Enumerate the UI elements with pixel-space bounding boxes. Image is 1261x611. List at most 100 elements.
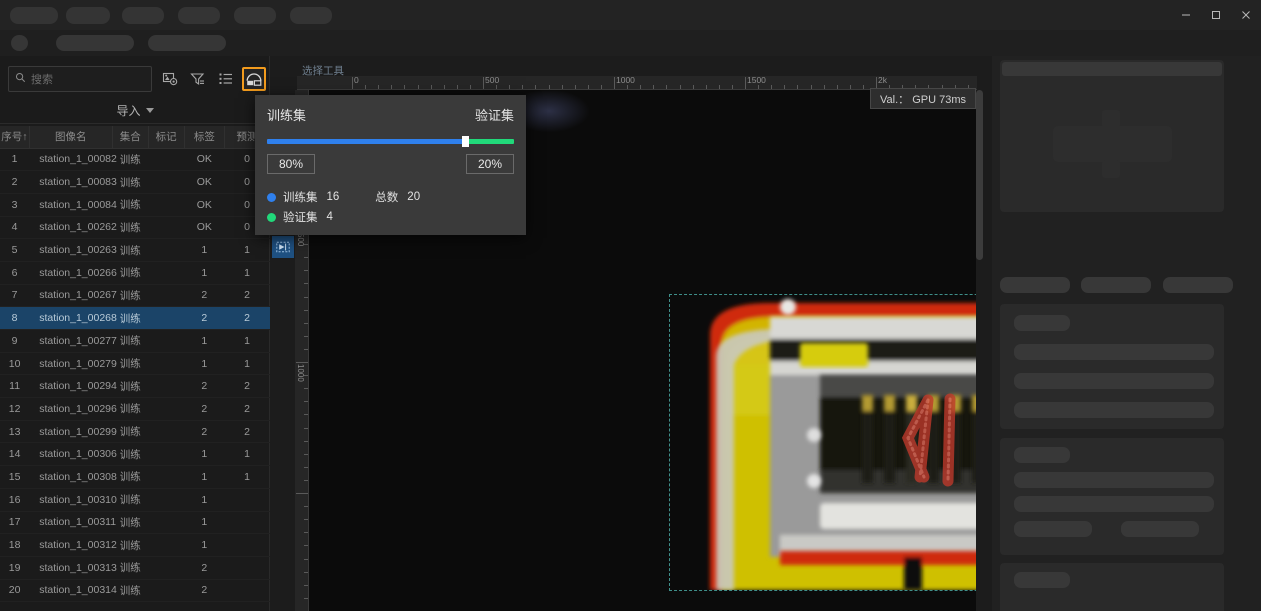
dataset-split-icon[interactable] xyxy=(242,67,266,91)
title-chip-4[interactable] xyxy=(178,7,220,24)
cell-mark xyxy=(148,420,184,443)
legend-total-label: 总数 xyxy=(375,189,398,205)
vruler-tick-minor xyxy=(304,598,308,599)
import-button[interactable]: 导入 xyxy=(116,102,153,119)
ruler-tick-minor xyxy=(653,85,654,89)
cell-index: 17 xyxy=(0,511,29,534)
title-chip-5[interactable] xyxy=(234,7,276,24)
ruler-tick-minor xyxy=(431,85,432,89)
action-chip-2[interactable] xyxy=(1081,277,1151,293)
section-2-field-2[interactable] xyxy=(1014,496,1214,512)
panel-collapse-icon[interactable] xyxy=(272,236,294,258)
legend-total-count: 20 xyxy=(407,191,420,203)
cell-prediction: 1 xyxy=(225,466,270,489)
section-1-field-2[interactable] xyxy=(1014,373,1214,389)
table-row[interactable]: 12station_1_00296训练22 xyxy=(0,398,270,421)
cell-image-name: station_1_00082 xyxy=(29,148,112,171)
ruler-tick-minor xyxy=(496,85,497,89)
vruler-tick-minor xyxy=(304,323,308,324)
menu-chip-icon[interactable] xyxy=(11,35,28,51)
column-header-set[interactable]: 集合 xyxy=(112,126,148,148)
table-row[interactable]: 20station_1_00314训练2 xyxy=(0,579,270,602)
cell-mark xyxy=(148,466,184,489)
val-percent-input[interactable]: 20% xyxy=(466,154,514,174)
action-chip-1[interactable] xyxy=(1000,277,1070,293)
ruler-tick-minor xyxy=(811,85,812,89)
cell-set: 训练 xyxy=(112,534,148,557)
popover-header: 训练集 验证集 xyxy=(267,105,514,124)
vruler-tick-minor xyxy=(304,545,308,546)
ruler-tick-minor xyxy=(758,85,759,89)
dataset-table-wrapper[interactable]: 序号↑ 图像名 集合 标记 标签 预测 1station_1_00082训练OK… xyxy=(0,126,270,611)
section-1-field-3[interactable] xyxy=(1014,402,1214,418)
menu-chip-1[interactable] xyxy=(56,35,134,51)
menu-chip-2[interactable] xyxy=(148,35,226,51)
table-row[interactable]: 10station_1_00279训练11 xyxy=(0,352,270,375)
ruler-label: 1000 xyxy=(616,76,635,85)
table-row[interactable]: 16station_1_00310训练1 xyxy=(0,488,270,511)
cell-mark xyxy=(148,443,184,466)
close-button[interactable] xyxy=(1231,0,1261,30)
cell-set: 训练 xyxy=(112,148,148,171)
column-header-mark[interactable]: 标记 xyxy=(148,126,184,148)
table-row[interactable]: 15station_1_00308训练11 xyxy=(0,466,270,489)
filter-icon[interactable] xyxy=(186,67,210,91)
section-1-field-1[interactable] xyxy=(1014,344,1214,360)
ruler-tick-minor xyxy=(535,85,536,89)
list-view-icon[interactable] xyxy=(214,67,238,91)
table-row[interactable]: 5station_1_00263训练11 xyxy=(0,239,270,262)
table-row[interactable]: 3station_1_00084训练OK0 xyxy=(0,193,270,216)
title-bar xyxy=(0,0,1261,30)
cell-index: 1 xyxy=(0,148,29,171)
column-header-index[interactable]: 序号↑ xyxy=(0,126,29,148)
title-chip-2[interactable] xyxy=(66,7,110,24)
table-row[interactable]: 18station_1_00312训练1 xyxy=(0,534,270,557)
cell-image-name: station_1_00277 xyxy=(29,330,112,353)
table-row[interactable]: 17station_1_00311训练1 xyxy=(0,511,270,534)
table-row[interactable]: 6station_1_00266训练11 xyxy=(0,261,270,284)
table-row[interactable]: 4station_1_00262训练OK0 xyxy=(0,216,270,239)
slider-knob[interactable] xyxy=(462,136,469,147)
cell-label: 1 xyxy=(184,511,224,534)
vruler-label: 500 xyxy=(296,233,305,246)
train-percent-input[interactable]: 80% xyxy=(267,154,315,174)
cell-mark xyxy=(148,171,184,194)
cell-set: 训练 xyxy=(112,579,148,602)
table-row[interactable]: 1station_1_00082训练OK0 xyxy=(0,148,270,171)
cell-label: 1 xyxy=(184,239,224,262)
canvas-vertical-scrollbar[interactable] xyxy=(976,90,983,611)
section-2-field-1[interactable] xyxy=(1014,472,1214,488)
table-row[interactable]: 7station_1_00267训练22 xyxy=(0,284,270,307)
table-row[interactable]: 2station_1_00083训练OK0 xyxy=(0,171,270,194)
cell-image-name: station_1_00308 xyxy=(29,466,112,489)
chevron-down-icon xyxy=(146,108,154,113)
scrollbar-thumb[interactable] xyxy=(976,90,983,260)
cell-label: OK xyxy=(184,216,224,239)
table-row[interactable]: 8station_1_00268训练22 xyxy=(0,307,270,330)
title-chip-1[interactable] xyxy=(10,7,58,24)
table-row[interactable]: 9station_1_00277训练11 xyxy=(0,330,270,353)
action-chip-3[interactable] xyxy=(1163,277,1233,293)
table-row[interactable]: 19station_1_00313训练2 xyxy=(0,556,270,579)
table-row[interactable]: 14station_1_00306训练11 xyxy=(0,443,270,466)
search-input[interactable]: 搜索 xyxy=(8,66,152,92)
ruler-label: 1500 xyxy=(747,76,766,85)
image-settings-icon[interactable] xyxy=(158,67,182,91)
column-header-image-name[interactable]: 图像名 xyxy=(29,126,112,148)
section-2-button-1[interactable] xyxy=(1014,521,1092,537)
table-row[interactable]: 11station_1_00294训练22 xyxy=(0,375,270,398)
vruler-tick-minor xyxy=(304,572,308,573)
section-2-button-2[interactable] xyxy=(1121,521,1199,537)
maximize-button[interactable] xyxy=(1201,0,1231,30)
title-chip-3[interactable] xyxy=(122,7,164,24)
title-chip-6[interactable] xyxy=(290,7,332,24)
cell-set: 训练 xyxy=(112,488,148,511)
cell-label: OK xyxy=(184,171,224,194)
ruler-tick-minor xyxy=(784,85,785,89)
preview-shape-vertical-bottom xyxy=(1102,160,1120,178)
minimize-button[interactable] xyxy=(1171,0,1201,30)
cell-mark xyxy=(148,511,184,534)
split-ratio-slider[interactable] xyxy=(267,139,514,144)
column-header-label[interactable]: 标签 xyxy=(184,126,224,148)
table-row[interactable]: 13station_1_00299训练22 xyxy=(0,420,270,443)
